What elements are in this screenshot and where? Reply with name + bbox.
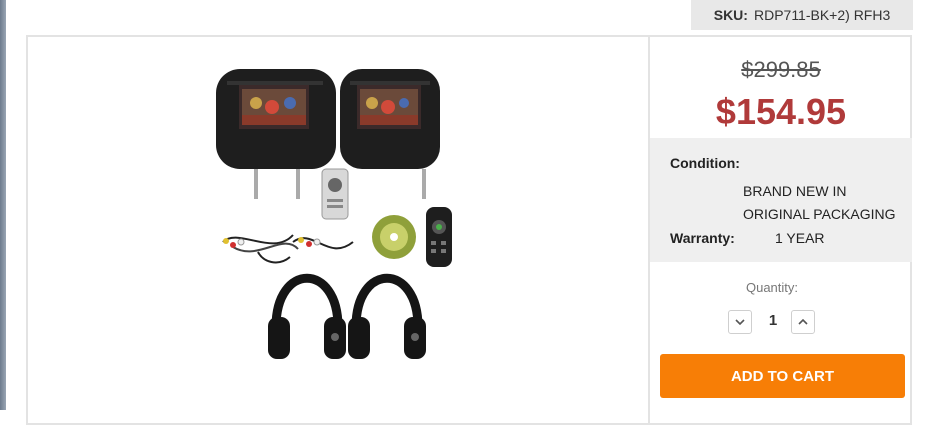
quantity-increase-button[interactable] bbox=[791, 310, 815, 334]
product-illustration bbox=[216, 69, 452, 359]
purchase-panel: $299.85 $154.95 Condition: BRAND NEW IN … bbox=[650, 37, 912, 425]
wireless-headphones-right bbox=[348, 273, 426, 359]
wireless-headphones-left bbox=[268, 273, 346, 359]
av-cables bbox=[222, 234, 354, 264]
ir-remote bbox=[321, 168, 349, 220]
product-details: Condition: BRAND NEW IN ORIGINAL PACKAGI… bbox=[650, 138, 912, 262]
product-image[interactable] bbox=[28, 37, 648, 425]
add-to-cart-button[interactable]: ADD TO CART bbox=[660, 354, 905, 398]
sku-bar: SKU: RDP711-BK+2) RFH3 bbox=[691, 0, 913, 30]
condition-value-line2: ORIGINAL PACKAGING bbox=[743, 206, 896, 222]
quantity-value[interactable]: 1 bbox=[761, 312, 785, 329]
original-price: $299.85 bbox=[741, 57, 821, 82]
browser-left-edge bbox=[0, 0, 6, 410]
sku-label: SKU: bbox=[713, 7, 748, 23]
headrest-monitor-right bbox=[340, 69, 440, 199]
product-card: $299.85 $154.95 Condition: BRAND NEW IN … bbox=[26, 35, 912, 425]
warranty-value: 1 YEAR bbox=[775, 230, 825, 246]
warranty-label: Warranty: bbox=[670, 230, 735, 246]
condition-value: BRAND NEW IN ORIGINAL PACKAGING bbox=[743, 180, 908, 226]
installation-disc bbox=[372, 215, 416, 259]
condition-label: Condition: bbox=[670, 155, 740, 171]
quantity-label: Quantity: bbox=[745, 280, 799, 295]
condition-value-line1: BRAND NEW IN bbox=[743, 183, 847, 199]
chevron-down-icon bbox=[735, 319, 745, 325]
headrest-monitor-left bbox=[216, 69, 336, 199]
sale-price: $154.95 bbox=[715, 91, 847, 132]
chevron-up-icon bbox=[798, 319, 808, 325]
dvd-remote bbox=[426, 207, 452, 267]
sku-value: RDP711-BK+2) RFH3 bbox=[753, 7, 891, 23]
quantity-decrease-button[interactable] bbox=[728, 310, 752, 334]
